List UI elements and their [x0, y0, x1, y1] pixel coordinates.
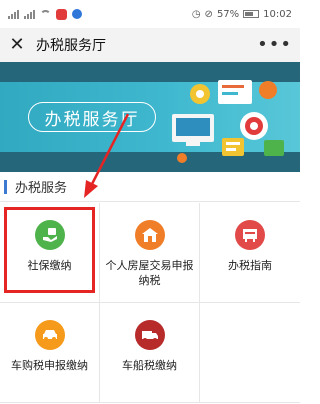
banner-title: 办税服务厅 [44, 109, 140, 130]
message-notification-icon [72, 9, 82, 19]
service-vehicle-purchase-tax[interactable]: 车购税申报缴纳 [0, 303, 100, 403]
close-icon[interactable]: ✕ [8, 36, 26, 54]
signal-icon-2 [24, 9, 35, 19]
banner-title-pill: 办税服务厅 [28, 102, 156, 132]
service-empty-cell [200, 303, 300, 403]
page-title: 办税服务厅 [36, 38, 106, 54]
signal-icon [8, 9, 19, 19]
service-label: 个人房屋交易申报纳税 [105, 259, 194, 287]
truck-icon [134, 320, 165, 350]
section-header: 办税服务 [0, 172, 300, 202]
service-label: 车船税缴纳 [122, 359, 177, 372]
more-icon[interactable]: ••• [257, 36, 292, 54]
service-house-transaction-tax[interactable]: 个人房屋交易申报纳税 [100, 203, 200, 303]
highlight-box [4, 207, 95, 293]
banner: 办税服务厅 [0, 62, 300, 172]
silent-icon: ⊘ [204, 8, 213, 20]
title-bar: ✕ 办税服务厅 ••• [0, 28, 300, 62]
service-vehicle-vessel-tax[interactable]: 车船税缴纳 [100, 303, 200, 403]
banner-illustration [172, 80, 284, 163]
car-icon [34, 320, 65, 350]
section-title: 办税服务 [15, 181, 68, 196]
wifi-icon [40, 10, 51, 18]
service-tax-guide[interactable]: 办税指南 [200, 203, 300, 303]
app-notification-icon [56, 8, 67, 20]
status-bar: ◷ ⊘ 57% 10:02 [0, 0, 300, 28]
alarm-icon: ◷ [191, 8, 201, 20]
service-label: 办税指南 [228, 259, 272, 272]
battery-percent: 57% [216, 8, 240, 20]
clock: 10:02 [263, 8, 292, 20]
guide-icon [235, 220, 265, 250]
battery-icon [243, 10, 260, 18]
house-icon [134, 220, 165, 250]
section-accent-bar [4, 179, 7, 194]
service-label: 车购税申报缴纳 [11, 359, 88, 372]
